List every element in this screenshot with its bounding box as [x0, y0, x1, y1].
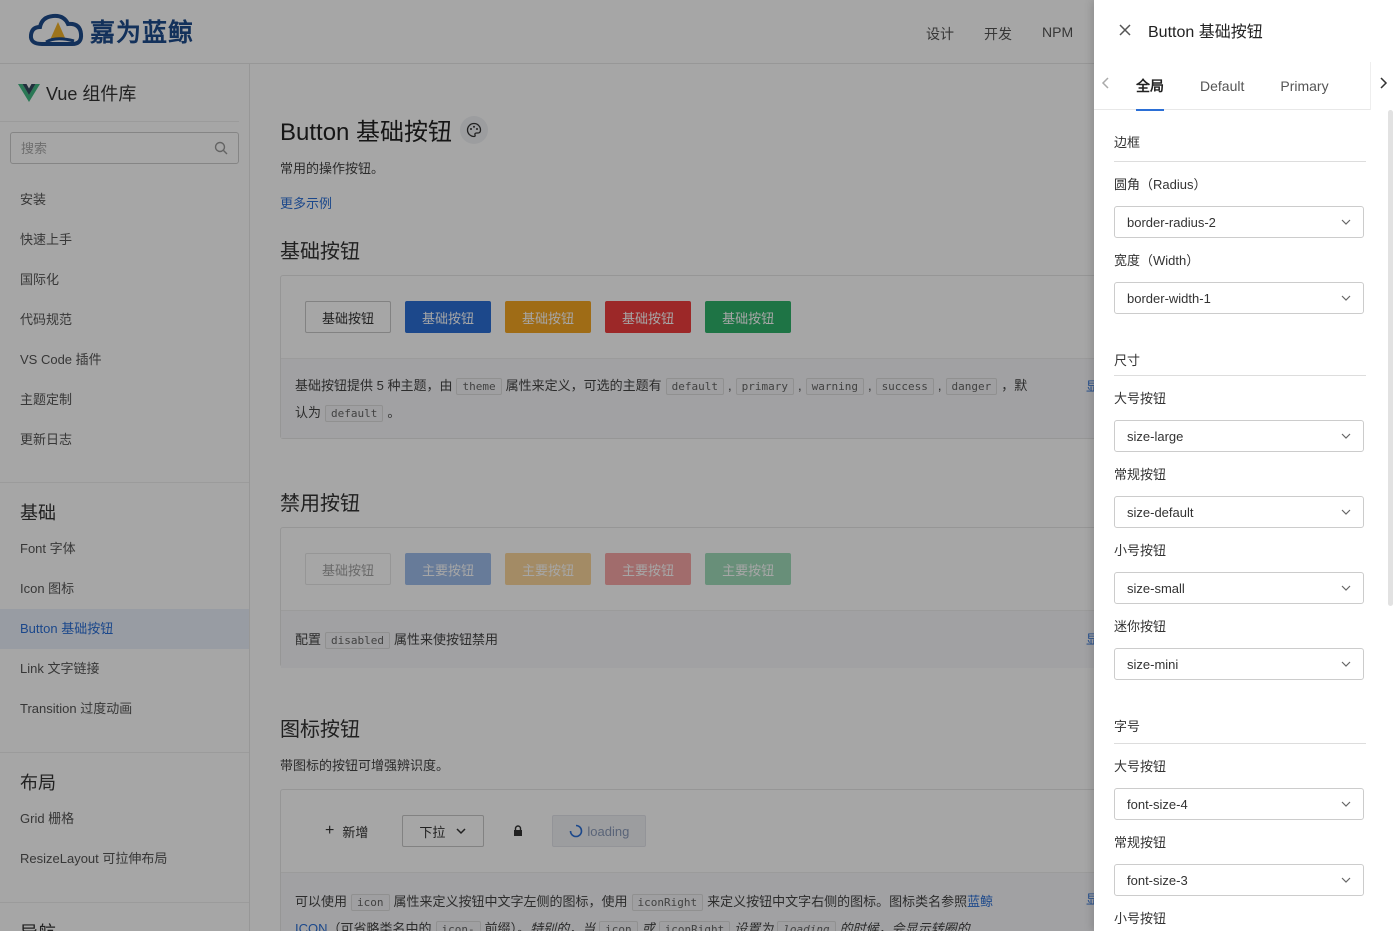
field-label: 宽度（Width） — [1114, 253, 1200, 268]
field-label: 小号按钮 — [1114, 543, 1167, 558]
font-size-default-select[interactable]: font-size-3 — [1114, 864, 1364, 896]
section-size: 尺寸 — [1114, 328, 1366, 376]
field-label: 常规按钮 — [1114, 467, 1167, 482]
tab-default[interactable]: Default — [1200, 62, 1244, 110]
field-label: 圆角（Radius） — [1114, 177, 1207, 192]
drawer-title: Button 基础按钮 — [1148, 24, 1263, 41]
font-size-large-select[interactable]: font-size-4 — [1114, 788, 1364, 820]
chevron-down-icon — [1341, 295, 1351, 301]
tab-primary[interactable]: Primary — [1280, 62, 1328, 110]
size-large-select[interactable]: size-large — [1114, 420, 1364, 452]
chevron-down-icon — [1341, 219, 1351, 225]
field-label: 迷你按钮 — [1114, 619, 1167, 634]
section-border: 边框 — [1114, 110, 1366, 162]
drawer-body: 边框 圆角（Radius） border-radius-2 宽度（Width） … — [1114, 110, 1366, 931]
chevron-down-icon — [1341, 801, 1351, 807]
chevron-left-icon[interactable] — [1094, 76, 1118, 95]
chevron-down-icon — [1341, 433, 1351, 439]
close-icon[interactable] — [1118, 23, 1132, 37]
size-default-select[interactable]: size-default — [1114, 496, 1364, 528]
field-label: 小号按钮 — [1114, 911, 1167, 926]
theme-drawer: Button 基础按钮 全局 Default Primary 边框 圆角（Rad… — [1094, 0, 1394, 931]
width-select[interactable]: border-width-1 — [1114, 282, 1364, 314]
chevron-down-icon — [1341, 661, 1351, 667]
radius-select[interactable]: border-radius-2 — [1114, 206, 1364, 238]
chevron-down-icon — [1341, 509, 1351, 515]
size-mini-select[interactable]: size-mini — [1114, 648, 1364, 680]
section-font-size: 字号 — [1114, 694, 1366, 744]
chevron-down-icon — [1341, 585, 1351, 591]
field-label: 大号按钮 — [1114, 759, 1167, 774]
drawer-scrollbar[interactable] — [1388, 110, 1393, 606]
size-small-select[interactable]: size-small — [1114, 572, 1364, 604]
chevron-right-icon[interactable] — [1370, 62, 1394, 110]
tab-global[interactable]: 全局 — [1136, 62, 1164, 111]
field-label: 大号按钮 — [1114, 391, 1167, 406]
drawer-header: Button 基础按钮 — [1094, 0, 1394, 60]
chevron-down-icon — [1341, 877, 1351, 883]
field-label: 常规按钮 — [1114, 835, 1167, 850]
drawer-tabs: 全局 Default Primary — [1094, 62, 1394, 111]
